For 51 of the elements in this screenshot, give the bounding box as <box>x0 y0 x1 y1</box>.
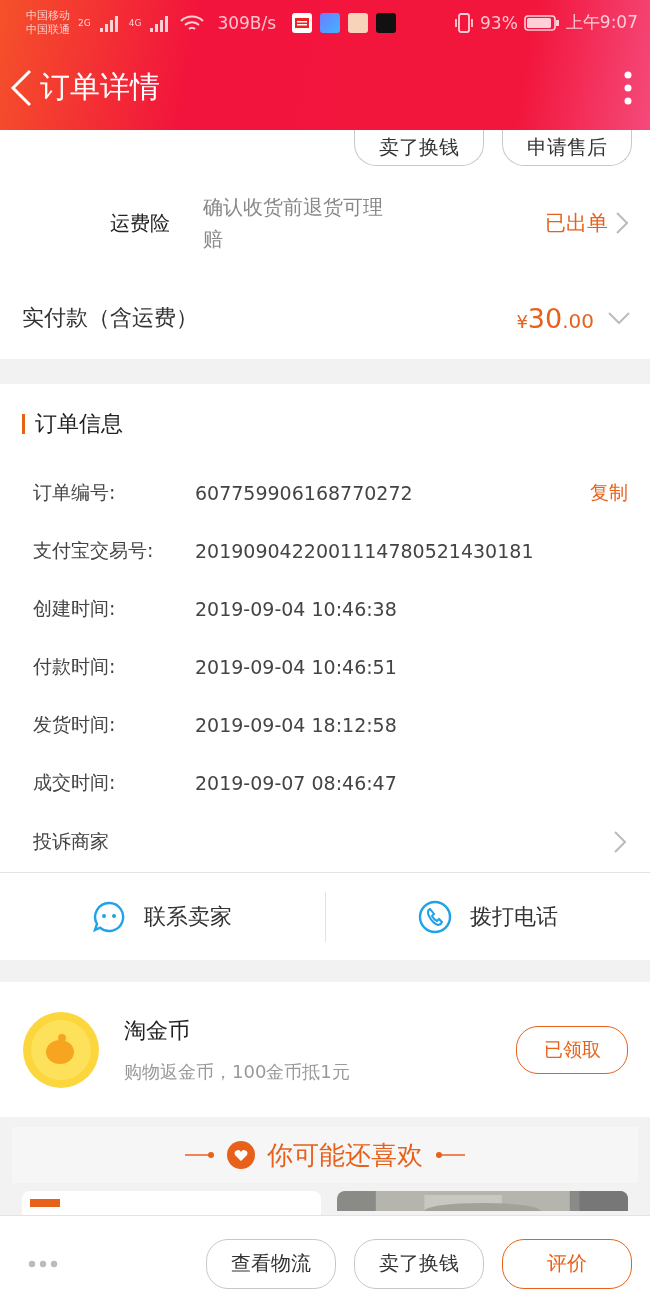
battery-percent: 93% <box>480 12 518 33</box>
bottom-button[interactable]: 评价 <box>502 1238 632 1289</box>
chevron-icon <box>614 831 626 853</box>
info-label: 成交时间: <box>33 770 117 795</box>
info-value: 2019-09-04 10:46:51 <box>195 656 397 678</box>
info-label: 付款时间: <box>33 654 117 679</box>
page-title: 订单详情 <box>40 68 160 106</box>
info-label: 订单编号: <box>33 480 117 505</box>
clock: 上午9:07 <box>565 11 638 34</box>
chat-bubble-icon <box>92 899 127 934</box>
network-speed: 309B/s <box>217 12 277 33</box>
coin-title: 淘金币 <box>124 1016 191 1045</box>
info-value: 2019-09-04 18:12:58 <box>195 714 397 736</box>
phone-icon <box>417 899 452 934</box>
bottom-button[interactable]: 卖了换钱 <box>354 1238 484 1289</box>
insurance-label: 运费险 <box>110 209 171 237</box>
network-type: 2G <box>78 17 91 28</box>
action-button[interactable]: 申请售后 <box>502 130 632 166</box>
news-app-icon <box>292 12 313 33</box>
app-icon <box>320 12 341 33</box>
info-value: 2019-09-04 10:46:38 <box>195 598 397 620</box>
chevron-icon <box>616 212 628 234</box>
left-ornament-icon <box>185 1151 215 1159</box>
chevron-icon <box>608 312 630 324</box>
signal-icon <box>98 13 121 32</box>
payment-amount: ¥30.00 <box>516 302 594 334</box>
info-value: 2019090422001114780521430181 <box>195 540 534 562</box>
more-dots-icon[interactable] <box>28 1259 58 1268</box>
network-type: 4G <box>128 17 142 28</box>
info-value: 607759906168770272 <box>195 482 413 504</box>
payment-label: 实付款（含运费） <box>22 304 198 332</box>
more-icon[interactable] <box>624 70 632 105</box>
carrier-name: 中国移动 <box>26 8 70 23</box>
coin-icon <box>22 1010 100 1089</box>
bottom-button[interactable]: 查看物流 <box>206 1238 336 1289</box>
complaint-link[interactable]: 投诉商家 <box>33 829 109 855</box>
recommend-title: 你可能还喜欢 <box>267 1138 423 1172</box>
right-ornament-icon <box>435 1151 465 1159</box>
info-label: 支付宝交易号: <box>33 538 155 563</box>
info-label: 发货时间: <box>33 712 117 737</box>
section-title: 订单信息 <box>35 410 123 438</box>
info-label: 创建时间: <box>33 596 117 621</box>
action-button[interactable]: 卖了换钱 <box>354 130 484 166</box>
insurance-description: 确认收货前退货可理赔 <box>203 194 384 253</box>
coin-subtitle: 购物返金币，100金币抵1元 <box>124 1059 350 1084</box>
info-value: 2019-09-07 08:46:47 <box>195 772 397 794</box>
vibrate-icon <box>454 11 474 34</box>
carrier-name: 中国联通 <box>26 22 70 37</box>
battery-icon <box>523 13 560 32</box>
product-card[interactable] <box>22 1191 321 1215</box>
back-icon[interactable] <box>10 68 32 107</box>
